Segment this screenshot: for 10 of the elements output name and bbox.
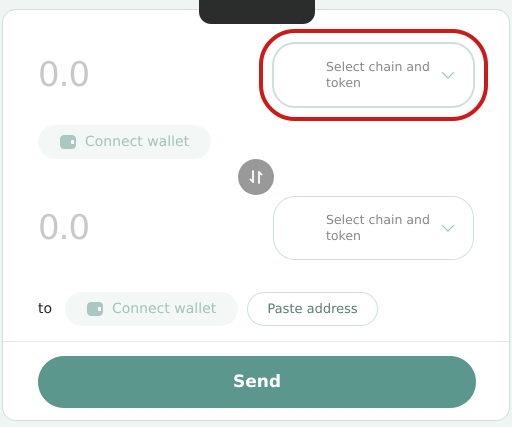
chevron-down-icon	[441, 224, 455, 232]
chevron-down-icon	[441, 71, 455, 79]
to-label: to	[38, 301, 52, 317]
swap-arrows-icon	[249, 170, 263, 184]
send-button[interactable]: Send	[38, 356, 476, 408]
paste-address-button[interactable]: Paste address	[247, 292, 378, 326]
wallet-icon	[86, 302, 103, 316]
wallet-icon	[60, 135, 76, 149]
token-select[interactable]: Select chain and token	[273, 196, 474, 260]
swap-button[interactable]	[238, 159, 274, 195]
